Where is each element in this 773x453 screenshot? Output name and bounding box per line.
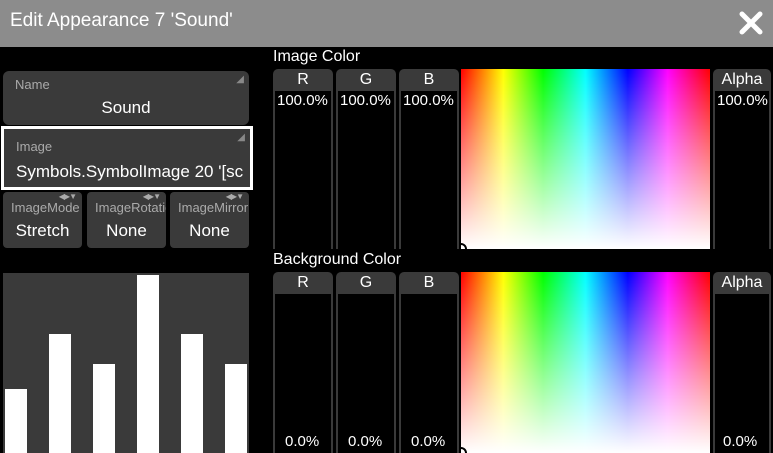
image-label: Image <box>16 139 53 154</box>
background-color-alpha-value: 0.0% <box>723 433 758 450</box>
stepper-arrows-icon: ◀▶▼ <box>58 192 77 201</box>
sound-bar <box>93 364 115 453</box>
name-field[interactable]: Name ◢ Sound <box>3 71 249 125</box>
edit-corner-icon: ◢ <box>236 74 244 85</box>
image-color-picker[interactable] <box>461 69 710 249</box>
image-color-g-value: 100.0% <box>340 92 391 109</box>
image-rotation-value: None <box>106 221 147 240</box>
saturation-gradient <box>461 69 710 249</box>
image-color-r-value: 100.0% <box>277 92 328 109</box>
image-color-alpha-fader[interactable]: 100.0% <box>713 91 771 249</box>
image-mirror-label: ImageMirror <box>178 200 249 215</box>
background-color-title: Background Color <box>273 251 402 268</box>
background-color-r-fader[interactable]: 0.0% <box>273 294 333 453</box>
image-rotation-field[interactable]: ImageRotation ◀▶▼ None <box>87 192 166 248</box>
title-bar: Edit Appearance 7 'Sound' <box>0 0 773 47</box>
image-color-alpha-header: Alpha <box>713 69 771 91</box>
sound-bar <box>225 364 247 453</box>
close-icon <box>739 11 763 35</box>
background-color-g-fader[interactable]: 0.0% <box>336 294 396 453</box>
image-mirror-field[interactable]: ImageMirror ◀▶▼ None <box>170 192 249 248</box>
background-color-r-value: 0.0% <box>285 433 320 450</box>
image-field[interactable]: Image ◢ Symbols.SymbolImage 20 '[sc <box>1 126 253 190</box>
window-title: Edit Appearance 7 'Sound' <box>10 10 233 31</box>
image-color-r-header: R <box>273 69 333 91</box>
stepper-arrows-icon: ◀▶▼ <box>142 192 161 201</box>
background-color-g-value: 0.0% <box>348 433 383 450</box>
close-button[interactable] <box>738 10 764 36</box>
background-color-alpha-fader[interactable]: 0.0% <box>713 294 771 453</box>
background-color-r-header: R <box>273 272 333 294</box>
image-mirror-value: None <box>189 221 230 240</box>
background-color-g-header: G <box>336 272 396 294</box>
image-color-g-fader[interactable]: 100.0% <box>336 91 396 249</box>
name-value: Sound <box>101 98 151 117</box>
image-mode-field[interactable]: ImageMode ◀▶▼ Stretch <box>3 192 82 248</box>
image-color-alpha-value: 100.0% <box>717 92 768 109</box>
background-color-picker[interactable] <box>461 272 710 453</box>
background-color-alpha-header: Alpha <box>713 272 771 294</box>
image-mode-value: Stretch <box>15 221 70 240</box>
image-color-r-fader[interactable]: 100.0% <box>273 91 333 249</box>
image-preview <box>3 273 249 453</box>
image-color-b-value: 100.0% <box>403 92 454 109</box>
stepper-arrows-icon: ◀▶▼ <box>225 192 244 201</box>
image-color-g-header: G <box>336 69 396 91</box>
name-label: Name <box>15 77 50 92</box>
image-color-title: Image Color <box>273 48 361 65</box>
image-color-b-header: B <box>399 69 459 91</box>
sound-bar <box>181 334 203 453</box>
image-value: Symbols.SymbolImage 20 '[sc <box>16 162 244 181</box>
sound-bar <box>137 275 159 453</box>
edit-corner-icon: ◢ <box>237 132 245 143</box>
sound-bar <box>49 334 71 453</box>
image-rotation-label: ImageRotation <box>95 200 166 215</box>
image-mode-label: ImageMode <box>11 200 80 215</box>
image-color-b-fader[interactable]: 100.0% <box>399 91 459 249</box>
background-color-b-value: 0.0% <box>411 433 446 450</box>
sound-bar <box>5 389 27 453</box>
saturation-gradient <box>461 272 710 453</box>
background-color-b-header: B <box>399 272 459 294</box>
background-color-b-fader[interactable]: 0.0% <box>399 294 459 453</box>
